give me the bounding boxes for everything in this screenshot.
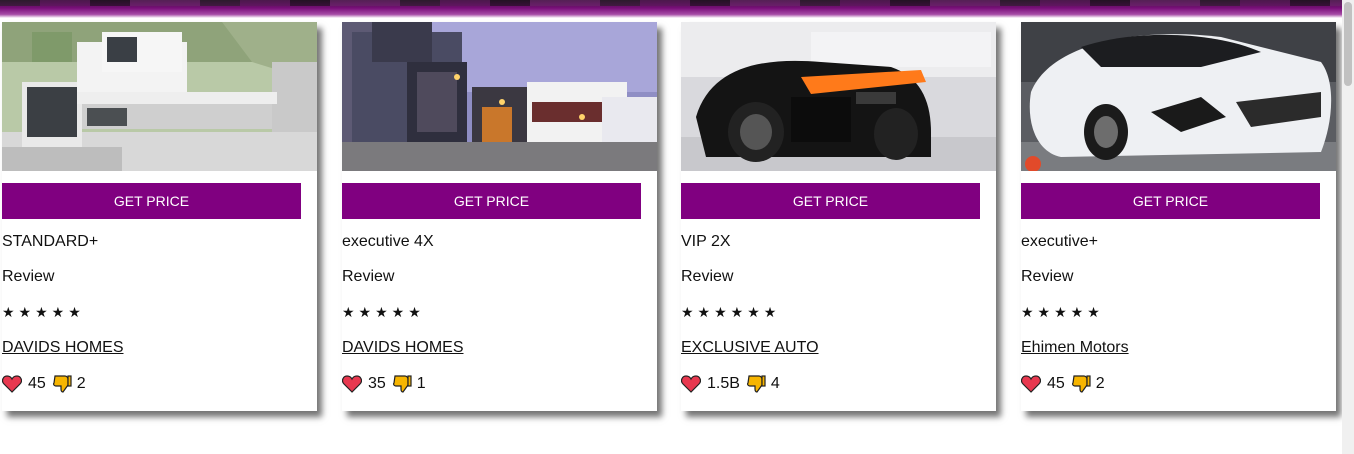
product-title: executive+ <box>1021 233 1098 250</box>
product-title: VIP 2X <box>681 233 731 250</box>
seller-link[interactable]: Ehimen Motors <box>1021 339 1129 357</box>
heart-icon[interactable] <box>680 375 702 393</box>
review-link[interactable]: Review <box>2 268 54 286</box>
reactions: 35 1 <box>341 375 426 393</box>
thumbs-down-icon[interactable] <box>392 375 412 393</box>
seller-link[interactable]: EXCLUSIVE AUTO <box>681 339 819 357</box>
seller-link[interactable]: DAVIDS HOMES <box>342 339 464 357</box>
reactions: 1.5B 4 <box>680 375 780 393</box>
like-count: 45 <box>28 375 46 392</box>
star-rating: ★★★★★ <box>1021 304 1104 320</box>
product-image[interactable] <box>1021 22 1336 171</box>
product-card: GET PRICE executive+ Review ★★★★★ Ehimen… <box>1020 22 1336 411</box>
reactions: 45 2 <box>1 375 86 393</box>
heart-icon[interactable] <box>1 375 23 393</box>
like-count: 45 <box>1047 375 1065 392</box>
get-price-button[interactable]: GET PRICE <box>342 183 641 219</box>
like-count: 35 <box>368 375 386 392</box>
product-card: GET PRICE executive 4X Review ★★★★★ DAVI… <box>341 22 657 411</box>
product-image[interactable] <box>681 22 996 171</box>
reactions: 45 2 <box>1020 375 1105 393</box>
star-rating: ★★★★★ <box>2 304 85 320</box>
heart-icon[interactable] <box>341 375 363 393</box>
star-rating: ★★★★★★ <box>681 304 781 320</box>
like-count: 1.5B <box>707 375 740 392</box>
heart-icon[interactable] <box>1020 375 1042 393</box>
product-title: executive 4X <box>342 233 434 250</box>
top-banner <box>0 0 1342 18</box>
scrollbar-thumb[interactable] <box>1344 2 1352 86</box>
review-link[interactable]: Review <box>681 268 733 286</box>
get-price-button[interactable]: GET PRICE <box>1021 183 1320 219</box>
thumbs-down-icon[interactable] <box>52 375 72 393</box>
banner-pattern <box>0 0 1342 6</box>
review-link[interactable]: Review <box>1021 268 1073 286</box>
thumbs-down-icon[interactable] <box>746 375 766 393</box>
dislike-count: 2 <box>1095 375 1105 392</box>
seller-link[interactable]: DAVIDS HOMES <box>2 339 124 357</box>
get-price-button[interactable]: GET PRICE <box>2 183 301 219</box>
vertical-scrollbar[interactable] <box>1342 0 1354 454</box>
product-image[interactable] <box>342 22 657 171</box>
product-card: GET PRICE STANDARD+ Review ★★★★★ DAVIDS … <box>1 22 317 411</box>
get-price-button[interactable]: GET PRICE <box>681 183 980 219</box>
review-link[interactable]: Review <box>342 268 394 286</box>
star-rating: ★★★★★ <box>342 304 425 320</box>
dislike-count: 1 <box>416 375 426 392</box>
thumbs-down-icon[interactable] <box>1071 375 1091 393</box>
dislike-count: 2 <box>76 375 86 392</box>
dislike-count: 4 <box>770 375 780 392</box>
product-image[interactable] <box>2 22 317 171</box>
product-card: GET PRICE VIP 2X Review ★★★★★★ EXCLUSIVE… <box>680 22 996 411</box>
product-title: STANDARD+ <box>2 233 99 250</box>
